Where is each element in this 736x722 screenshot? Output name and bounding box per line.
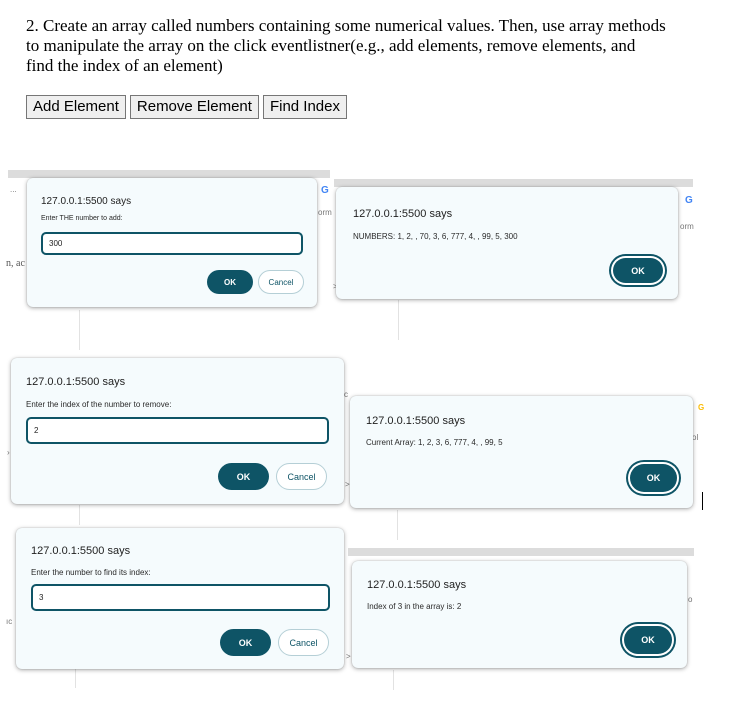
bg-fragment: ıc	[6, 617, 13, 626]
browser-strip	[348, 548, 694, 556]
divider	[79, 310, 80, 350]
dialog-message: Current Array: 1, 2, 3, 6, 777, 4, , 99,…	[366, 438, 503, 447]
button-row: Add Element Remove Element Find Index	[26, 95, 347, 119]
divider	[79, 505, 80, 525]
remove-index-prompt-dialog: 127.0.0.1:5500 says Enter the index of t…	[11, 358, 344, 504]
divider	[397, 510, 398, 540]
dialog-title: 127.0.0.1:5500 says	[41, 196, 132, 207]
divider	[393, 670, 394, 690]
cancel-button[interactable]: Cancel	[258, 270, 304, 294]
google-icon: G	[685, 195, 693, 206]
dialog-message: Enter THE number to add:	[41, 215, 123, 222]
bg-fragment: n, ac	[6, 258, 25, 269]
find-number-input[interactable]: 3	[31, 584, 330, 611]
number-input[interactable]: 300	[41, 232, 303, 255]
bg-fragment: c	[344, 390, 348, 399]
text-cursor	[702, 492, 703, 510]
dialog-message: Enter the number to find its index:	[31, 568, 151, 577]
ok-button[interactable]: OK	[220, 629, 271, 656]
index-input[interactable]: 2	[26, 417, 329, 444]
remove-element-button[interactable]: Remove Element	[129, 95, 259, 119]
bg-fragment: ...	[10, 185, 17, 194]
ok-button[interactable]: OK	[218, 463, 269, 490]
bg-fragment: o	[688, 595, 693, 604]
dialog-title: 127.0.0.1:5500 says	[31, 545, 131, 557]
ok-button[interactable]: OK	[207, 270, 253, 294]
bg-fragment: orm	[318, 208, 332, 217]
divider	[398, 300, 399, 340]
bg-fragment: >	[346, 652, 351, 661]
input-value: 300	[49, 239, 63, 248]
dialog-message: NUMBERS: 1, 2, , 70, 3, 6, 777, 4, , 99,…	[353, 232, 518, 241]
current-array-alert-dialog: 127.0.0.1:5500 says Current Array: 1, 2,…	[350, 396, 693, 508]
question-text: 2. Create an array called numbers contai…	[26, 16, 666, 75]
index-result-alert-dialog: 127.0.0.1:5500 says Index of 3 in the ar…	[352, 561, 687, 668]
dialog-message: Index of 3 in the array is: 2	[367, 602, 462, 611]
find-index-button[interactable]: Find Index	[262, 95, 347, 119]
add-number-prompt-dialog: 127.0.0.1:5500 says Enter THE number to …	[27, 178, 317, 307]
bg-fragment: ›	[7, 448, 10, 457]
find-index-prompt-dialog: 127.0.0.1:5500 says Enter the number to …	[16, 528, 344, 669]
browser-strip	[334, 179, 693, 187]
google-icon: G	[321, 185, 329, 196]
bg-fragment: >	[345, 480, 350, 489]
dialog-title: 127.0.0.1:5500 says	[26, 376, 126, 388]
add-element-button[interactable]: Add Element	[26, 95, 126, 119]
dialog-message: Enter the index of the number to remove:	[26, 400, 172, 409]
cancel-button[interactable]: Cancel	[276, 463, 327, 490]
input-value: 2	[34, 426, 39, 435]
ok-button[interactable]: OK	[613, 258, 663, 283]
dialog-title: 127.0.0.1:5500 says	[353, 208, 453, 220]
dialog-title: 127.0.0.1:5500 says	[367, 579, 467, 591]
ok-button[interactable]: OK	[630, 464, 677, 492]
divider	[75, 668, 76, 688]
ok-button[interactable]: OK	[624, 626, 672, 654]
google-icon: G	[698, 403, 705, 412]
dialog-title: 127.0.0.1:5500 says	[366, 415, 466, 427]
browser-strip	[8, 170, 330, 178]
input-value: 3	[39, 593, 44, 602]
bg-fragment: orm	[680, 222, 694, 231]
numbers-alert-dialog: 127.0.0.1:5500 says NUMBERS: 1, 2, , 70,…	[336, 187, 678, 299]
cancel-button[interactable]: Cancel	[278, 629, 329, 656]
